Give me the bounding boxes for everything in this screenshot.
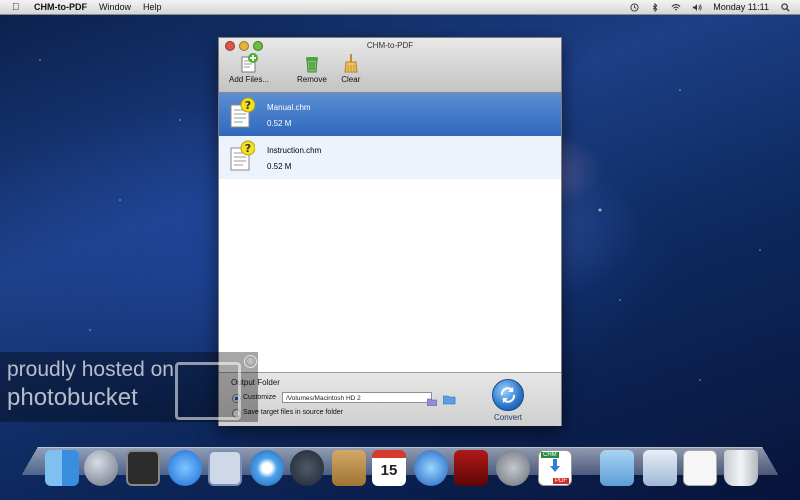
file-size: 0.52 M [267,162,292,171]
facetime-icon[interactable] [290,450,324,486]
wifi-icon[interactable] [671,3,681,12]
file-list: ? Manual.chm 0.52 M ? Instruction.chm 0.… [219,93,561,179]
downloads-folder-icon[interactable] [643,450,677,486]
open-folder-icon[interactable] [442,392,456,405]
launchpad-icon[interactable] [84,450,118,486]
clock[interactable]: Monday 11:11 [713,2,769,12]
chm-to-pdf-icon[interactable]: CHM PDF [538,450,572,486]
time-machine-icon[interactable] [629,2,639,12]
source-folder-label: Save target files in source folder [243,409,343,416]
convert-label: Convert [493,413,522,422]
convert-button[interactable]: Convert [489,379,527,423]
itunes-icon[interactable] [414,450,448,486]
chm-file-icon: ? [229,140,256,172]
window-title: CHM-to-PDF [366,41,414,50]
file-name: Instruction.chm [267,146,322,155]
chm-badge: CHM [541,452,559,458]
address-book-icon[interactable] [332,450,366,486]
app-window: CHM-to-PDF Add Files... Remove Clear ? M… [218,37,562,426]
menu-bar:  CHM-to-PDF Window Help Monday 11:11 [0,0,800,15]
photo-booth-icon[interactable] [454,450,488,486]
menu-window[interactable]: Window [99,2,131,12]
app-store-icon[interactable] [168,450,202,486]
title-bar[interactable]: CHM-to-PDF Add Files... Remove Clear [219,38,561,93]
output-path-field[interactable]: /Volumes/Macintosh HD 2 [282,392,432,403]
pdf-badge: PDF [553,478,569,484]
add-files-button[interactable]: Add Files... [229,52,269,84]
mail-icon[interactable] [208,450,242,486]
watermark-text-top: proudly hosted on [7,358,174,381]
add-files-icon [239,52,259,74]
file-name: Manual.chm [267,103,311,112]
mission-control-icon[interactable] [126,450,160,486]
system-preferences-icon[interactable] [496,450,530,486]
add-files-label: Add Files... [229,75,270,84]
svg-text:?: ? [245,142,251,155]
trash-can-icon [302,52,322,74]
watermark-text-bottom: photobucket [7,384,138,411]
registered-mark: ® [244,355,257,368]
output-panel: Output Folder Customize /Volumes/Macinto… [219,372,561,426]
status-area: Monday 11:11 [629,2,790,12]
broom-icon [341,52,361,74]
remove-label: Remove [297,75,327,84]
safari-icon[interactable] [250,450,284,486]
trash-icon[interactable] [724,450,758,486]
clear-button[interactable]: Clear [341,52,361,84]
file-row[interactable]: ? Instruction.chm 0.52 M [219,136,561,179]
toolbar: Add Files... Remove Clear [229,52,375,84]
clear-label: Clear [341,75,361,84]
volume-icon[interactable] [692,3,702,12]
chm-file-icon: ? [229,97,256,129]
finder-icon[interactable] [45,450,79,486]
download-arrow-icon [549,459,561,473]
search-icon[interactable] [780,2,790,12]
menu-help[interactable]: Help [143,2,162,12]
bluetooth-icon[interactable] [650,2,660,12]
camera-icon [175,362,241,420]
remove-button[interactable]: Remove [297,52,327,84]
ical-icon[interactable]: 15 [372,450,406,486]
app-menu[interactable]: CHM-to-PDF [34,2,87,12]
file-size: 0.52 M [267,119,292,128]
apple-menu-icon[interactable]:  [12,2,22,13]
file-row[interactable]: ? Manual.chm 0.52 M [219,93,561,136]
browse-folder-icon[interactable] [426,393,438,407]
documents-icon[interactable] [683,450,717,486]
convert-icon [492,379,524,411]
svg-text:?: ? [245,99,251,112]
applications-folder-icon[interactable] [600,450,634,486]
dock: 15 CHM PDF [40,450,780,490]
